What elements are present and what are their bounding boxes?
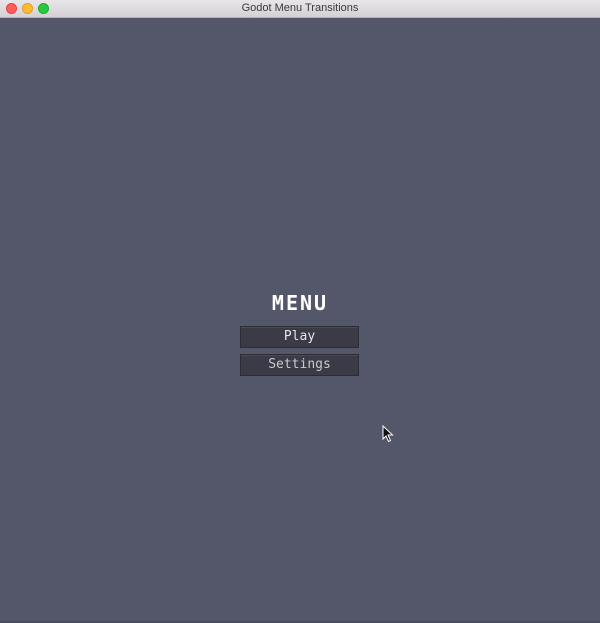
game-viewport: MENU Play Settings [0, 18, 600, 623]
mouse-pointer-icon [382, 425, 394, 443]
menu-title: MENU [271, 291, 329, 315]
play-button[interactable]: Play [240, 326, 359, 348]
title-bar[interactable]: Godot Menu Transitions [0, 0, 600, 18]
window-title: Godot Menu Transitions [241, 2, 359, 14]
settings-button[interactable]: Settings [240, 354, 359, 376]
app-window: Godot Menu Transitions MENU Play Setting… [0, 0, 600, 623]
